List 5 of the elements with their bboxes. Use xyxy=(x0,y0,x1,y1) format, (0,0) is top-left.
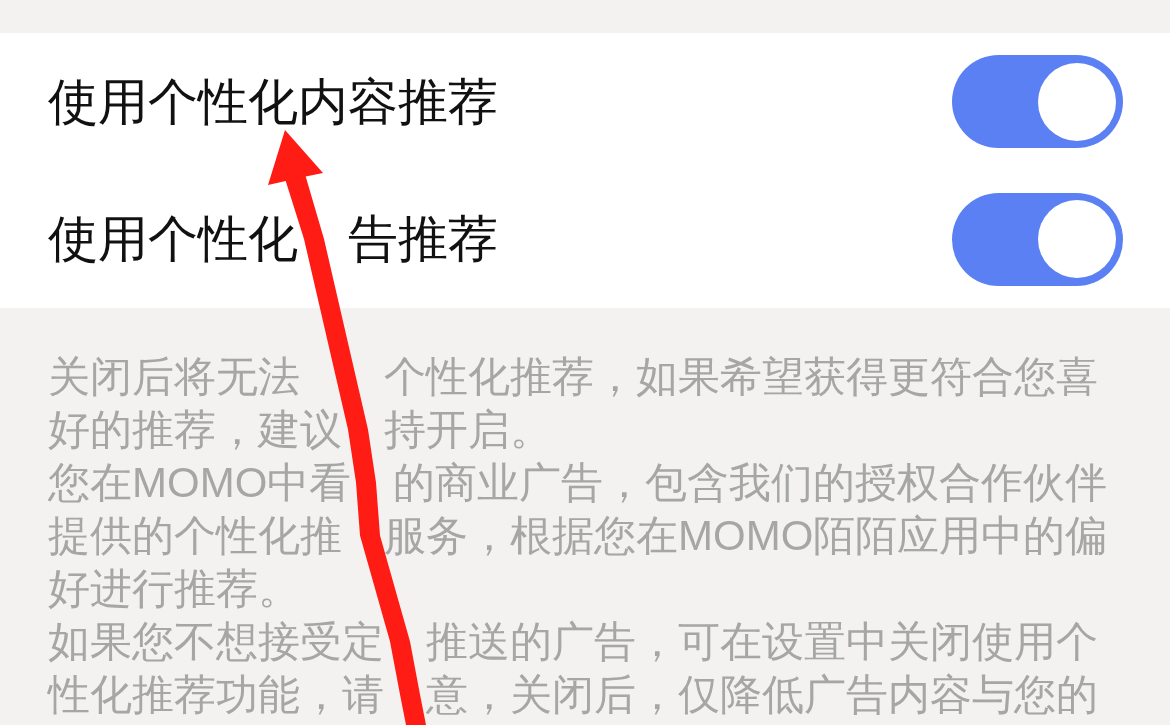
setting-label: 使用个性化 告推荐 xyxy=(48,210,498,270)
description-text: 您在MOMO中看 的商业广告，包含我们的授权合作伙伴提供的个性化推 服务，根据您在MOMO陌陌应用中的偏好进行推荐。 xyxy=(48,458,1109,614)
setting-label: 使用个性化内容推荐 xyxy=(48,72,498,132)
description-text: 如果您不想接受定 推送的广告，可在设置中关闭使用个性化推荐功能，请 意，关闭后，仅降低广告内容与您的 xyxy=(48,617,1099,720)
description-text: 关闭后将无法 个性化推荐，如果希望获得更符合您喜好的推荐，建议 持开启。 xyxy=(48,352,1099,455)
